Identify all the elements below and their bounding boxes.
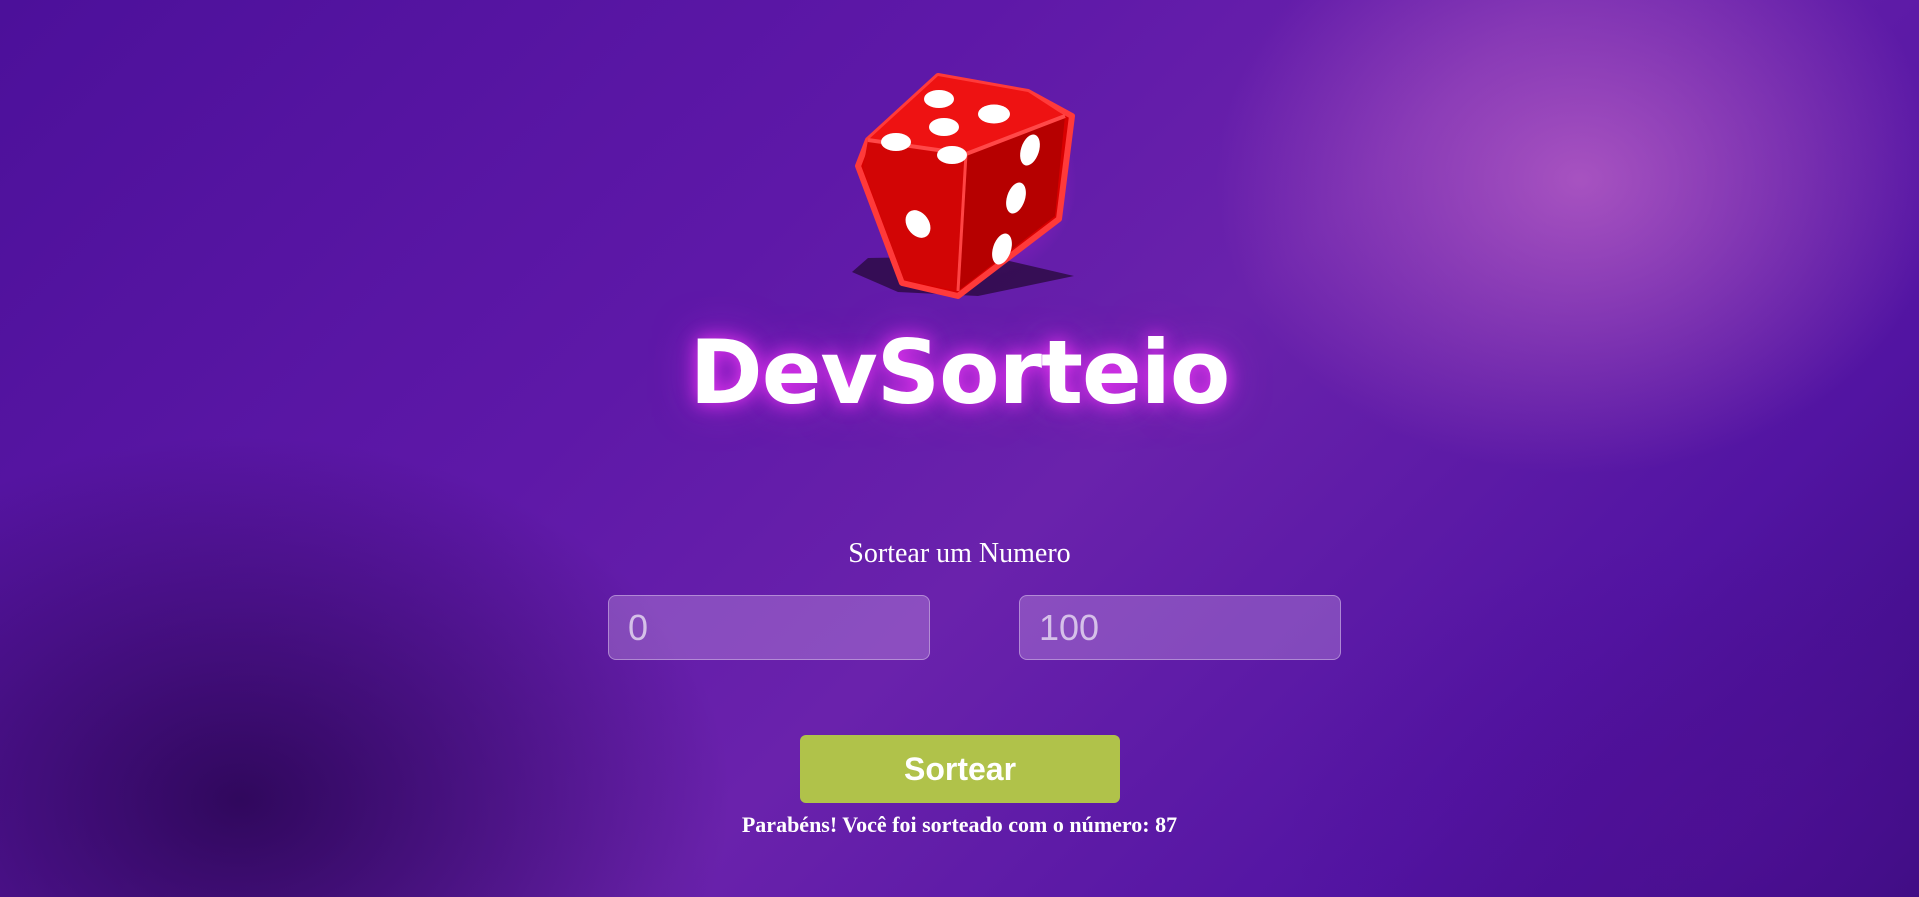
hero-section: DevSorteio [0,0,1919,440]
min-number-input[interactable] [608,595,930,660]
max-number-input[interactable] [1019,595,1341,660]
result-message: Parabéns! Você foi sorteado com o número… [741,812,1178,837]
dice-icon [838,62,1088,307]
brand-title: DevSorteio [689,321,1231,424]
draw-title: Sortear um Numero [848,538,1071,569]
draw-button[interactable]: Sortear [800,735,1120,803]
